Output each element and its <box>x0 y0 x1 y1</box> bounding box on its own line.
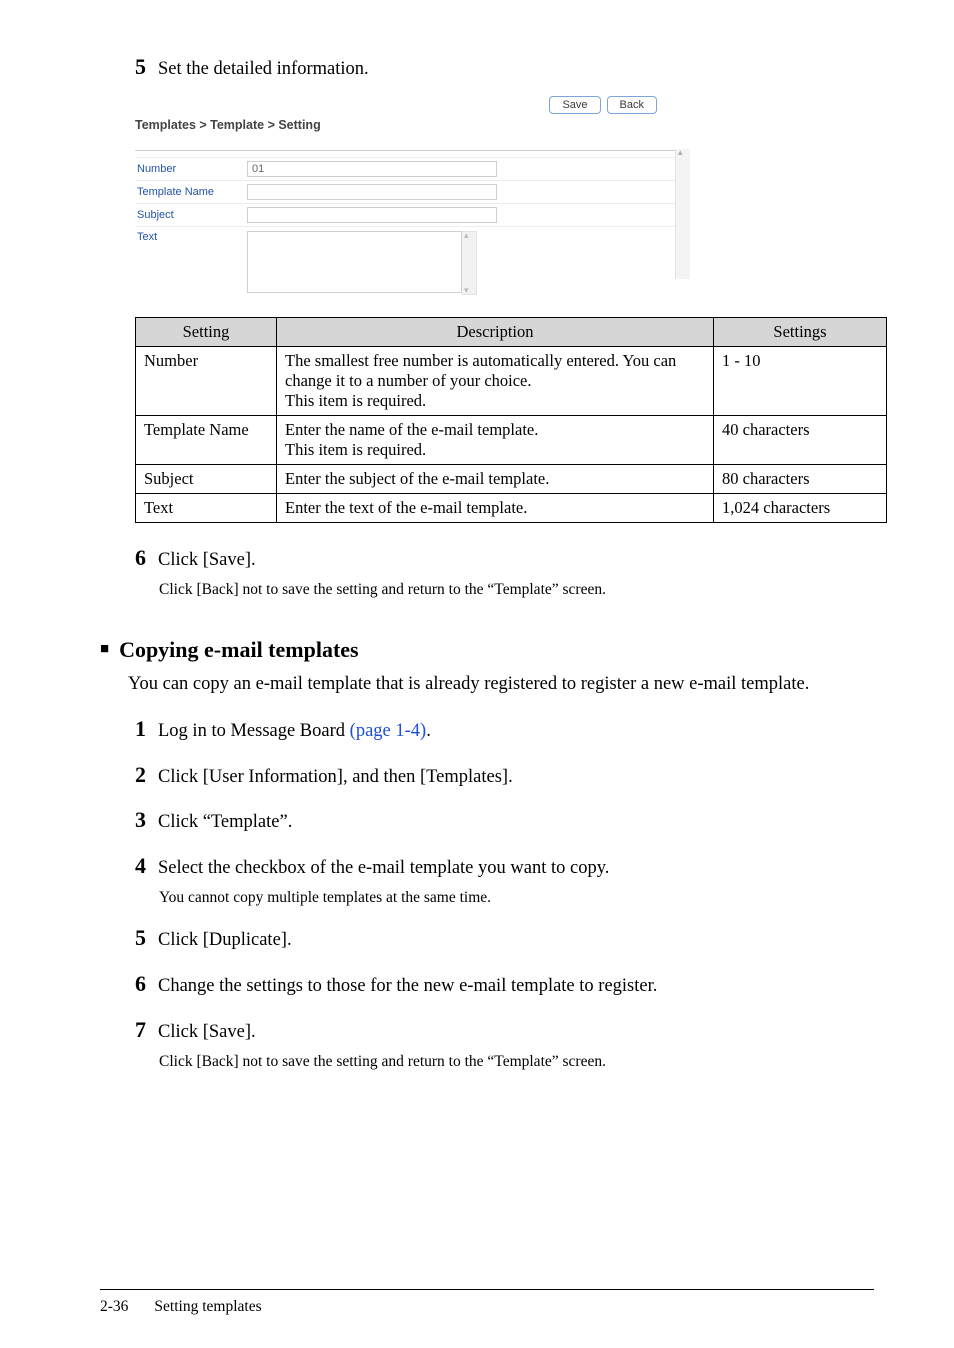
copy-step-3-number: 3 <box>124 807 146 833</box>
subject-label: Subject <box>135 209 247 221</box>
copying-steps: 1 Log in to Message Board (page 1-4). 2 … <box>124 716 874 1073</box>
copy-step-4-text: Select the checkbox of the e-mail templa… <box>158 855 609 883</box>
copy-step-6-number: 6 <box>124 971 146 997</box>
template-name-label: Template Name <box>135 186 247 198</box>
number-label: Number <box>135 163 247 175</box>
col-description: Description <box>277 317 714 346</box>
copy-step-2-text: Click [User Information], and then [Temp… <box>158 764 513 792</box>
col-setting: Setting <box>136 317 277 346</box>
section-intro: You can copy an e-mail template that is … <box>128 671 874 698</box>
copy-step-1-text: Log in to Message Board (page 1-4). <box>158 718 431 746</box>
back-button[interactable]: Back <box>607 96 657 114</box>
text-field[interactable] <box>247 231 462 293</box>
table-row: Template Name Enter the name of the e-ma… <box>136 415 887 464</box>
copy-step-5-text: Click [Duplicate]. <box>158 927 292 955</box>
step-6-number: 6 <box>124 545 146 571</box>
settings-form: Number Template Name Subject Text <box>135 157 687 299</box>
number-field[interactable] <box>247 161 497 177</box>
save-button[interactable]: Save <box>549 96 600 114</box>
table-row: Number The smallest free number is autom… <box>136 346 887 415</box>
step-6-text: Click [Save]. <box>158 547 256 575</box>
copy-step-2: 2 Click [User Information], and then [Te… <box>124 762 874 792</box>
copy-step-6: 6 Change the settings to those for the n… <box>124 971 874 1001</box>
copy-step-4: 4 Select the checkbox of the e-mail temp… <box>124 853 874 883</box>
footer: 2-36 Setting templates <box>100 1298 262 1316</box>
divider <box>135 150 687 151</box>
col-settings: Settings <box>714 317 887 346</box>
copy-step-7-sub: Click [Back] not to save the setting and… <box>159 1051 874 1073</box>
step-5: 5 Set the detailed information. <box>124 54 874 84</box>
copy-step-7-number: 7 <box>124 1017 146 1043</box>
copy-step-1-number: 1 <box>124 716 146 742</box>
copy-step-7: 7 Click [Save]. <box>124 1017 874 1047</box>
settings-table: Setting Description Settings Number The … <box>135 317 887 523</box>
scrollbar[interactable] <box>675 149 690 279</box>
step-6-sub: Click [Back] not to save the setting and… <box>159 579 874 601</box>
section-heading: ■ Copying e-mail templates <box>100 637 874 663</box>
copy-step-6-text: Change the settings to those for the new… <box>158 973 657 1001</box>
table-row: Subject Enter the subject of the e-mail … <box>136 464 887 493</box>
subject-field[interactable] <box>247 207 497 223</box>
text-label: Text <box>135 227 247 243</box>
copy-step-2-number: 2 <box>124 762 146 788</box>
template-name-field[interactable] <box>247 184 497 200</box>
copy-step-5: 5 Click [Duplicate]. <box>124 925 874 955</box>
copy-step-3-text: Click “Template”. <box>158 809 292 837</box>
copy-step-4-number: 4 <box>124 853 146 879</box>
textarea-scrollbar[interactable] <box>462 231 477 295</box>
embedded-screenshot: Save Back Templates > Template > Setting… <box>135 96 687 299</box>
page-link[interactable]: (page 1-4) <box>350 721 427 741</box>
copy-step-4-sub: You cannot copy multiple templates at th… <box>159 887 874 909</box>
table-row: Text Enter the text of the e-mail templa… <box>136 493 887 522</box>
footer-rule <box>100 1289 874 1290</box>
copy-step-1: 1 Log in to Message Board (page 1-4). <box>124 716 874 746</box>
section-title: Copying e-mail templates <box>119 637 359 663</box>
step-6: 6 Click [Save]. <box>124 545 874 575</box>
page-number: 2-36 <box>100 1298 128 1316</box>
step-5-number: 5 <box>124 54 146 80</box>
step-5-text: Set the detailed information. <box>158 56 369 84</box>
copy-step-7-text: Click [Save]. <box>158 1019 256 1047</box>
bullet-icon: ■ <box>100 641 109 658</box>
footer-title: Setting templates <box>154 1298 261 1316</box>
page: 5 Set the detailed information. Save Bac… <box>0 0 954 1348</box>
copy-step-5-number: 5 <box>124 925 146 951</box>
copy-step-3: 3 Click “Template”. <box>124 807 874 837</box>
